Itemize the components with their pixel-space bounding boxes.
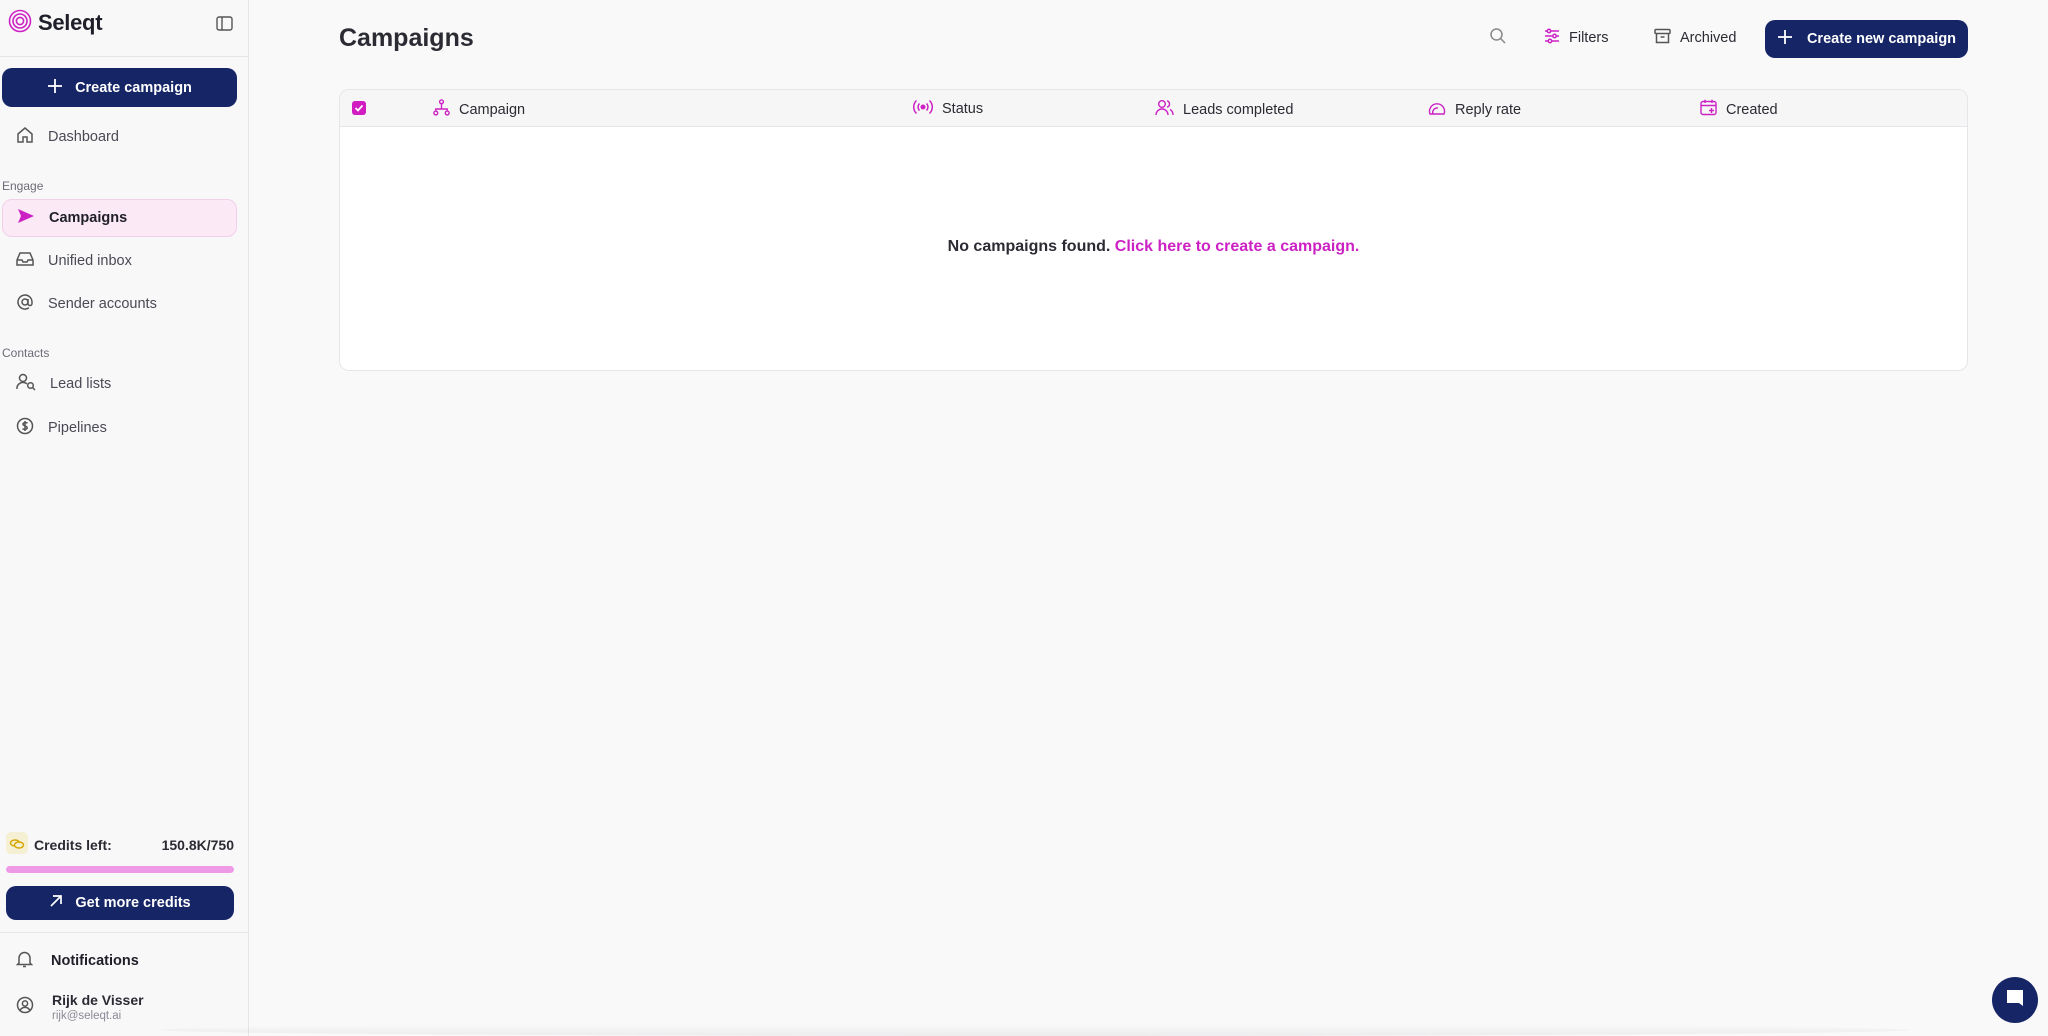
user-profile[interactable]: Rijk de Visser rijk@seleqt.ai xyxy=(16,992,144,1022)
sidebar-item-unified-inbox[interactable]: Unified inbox xyxy=(2,242,237,280)
sidebar: Seleqt Create campaign Dashboard Engage … xyxy=(0,0,249,1036)
create-new-campaign-label: Create new campaign xyxy=(1806,31,1957,47)
column-header-label: Created xyxy=(1726,101,1778,118)
sidebar-item-dashboard[interactable]: Dashboard xyxy=(2,118,237,156)
credits-row: Credits left: 150.8K/750 xyxy=(6,831,234,859)
archive-icon xyxy=(1654,28,1671,48)
section-contacts: Contacts xyxy=(2,346,50,360)
credits-value: 150.8K/750 xyxy=(161,837,234,853)
column-header-label: Leads completed xyxy=(1183,101,1294,118)
user-circle-icon xyxy=(16,996,34,1019)
sidebar-item-sender-accounts[interactable]: Sender accounts xyxy=(2,285,237,323)
workflow-icon xyxy=(433,99,450,120)
bell-icon xyxy=(15,950,34,972)
calendar-plus-icon xyxy=(1700,99,1717,120)
credits-progress-fill xyxy=(6,866,234,873)
chat-support-button[interactable] xyxy=(1992,977,2038,1023)
archived-button[interactable]: Archived xyxy=(1654,26,1736,50)
create-campaign-button[interactable]: Create campaign xyxy=(2,68,237,107)
column-header-reply-rate[interactable]: Reply rate xyxy=(1428,99,1521,120)
filters-label: Filters xyxy=(1569,30,1609,46)
user-email: rijk@seleqt.ai xyxy=(52,1010,122,1022)
coins-icon xyxy=(6,831,28,859)
column-header-campaign[interactable]: Campaign xyxy=(433,99,525,120)
plus-icon xyxy=(1777,29,1793,49)
user-search-icon xyxy=(16,373,36,395)
column-header-label: Reply rate xyxy=(1455,101,1522,118)
notifications-label: Notifications xyxy=(51,953,139,969)
get-more-credits-label: Get more credits xyxy=(75,895,191,911)
sidebar-divider xyxy=(0,56,249,57)
sidebar-item-lead-lists[interactable]: Lead lists xyxy=(2,365,237,403)
empty-state-text: No campaigns found. xyxy=(947,238,1111,255)
get-more-credits-button[interactable]: Get more credits xyxy=(6,886,234,920)
sidebar-item-label: Pipelines xyxy=(48,420,107,436)
column-header-leads-completed[interactable]: Leads completed xyxy=(1155,99,1293,120)
column-header-label: Campaign xyxy=(459,101,526,118)
plus-icon xyxy=(47,78,63,98)
campaigns-table: Campaign Status Leads completed Reply ra… xyxy=(339,89,1968,371)
send-icon xyxy=(17,208,35,228)
sliders-icon xyxy=(1544,28,1560,48)
filters-button[interactable]: Filters xyxy=(1544,26,1608,50)
select-all-checkbox[interactable] xyxy=(352,101,366,115)
sidebar-item-label: Campaigns xyxy=(49,210,128,226)
credits-label: Credits left: xyxy=(34,837,112,853)
brand-logo[interactable]: Seleqt xyxy=(8,9,103,38)
broadcast-icon xyxy=(912,99,934,119)
sidebar-item-label: Dashboard xyxy=(48,129,119,145)
user-name: Rijk de Visser xyxy=(52,992,144,1008)
sidebar-item-label: Unified inbox xyxy=(48,253,132,269)
column-header-status[interactable]: Status xyxy=(912,99,984,119)
empty-state: No campaigns found. Click here to create… xyxy=(340,238,1967,256)
section-engage: Engage xyxy=(2,179,44,193)
credits-progress-bar xyxy=(6,866,234,873)
collapse-sidebar-icon[interactable] xyxy=(214,13,234,33)
bottom-shadow xyxy=(160,1024,1910,1036)
create-campaign-label: Create campaign xyxy=(75,79,192,96)
sidebar-item-campaigns[interactable]: Campaigns xyxy=(2,199,237,237)
home-icon xyxy=(16,126,34,148)
users-icon xyxy=(1155,99,1174,120)
page-title: Campaigns xyxy=(339,24,474,52)
notifications-item[interactable]: Notifications xyxy=(15,950,139,972)
gauge-icon xyxy=(1428,99,1446,120)
create-new-campaign-button[interactable]: Create new campaign xyxy=(1765,20,1968,58)
arrow-up-right-icon xyxy=(49,894,63,912)
table-header: Campaign Status Leads completed Reply ra… xyxy=(340,90,1967,127)
seleqt-logo-icon xyxy=(8,9,32,38)
archived-label: Archived xyxy=(1680,30,1737,46)
brand-name: Seleqt xyxy=(38,10,103,35)
sidebar-item-label: Lead lists xyxy=(50,376,112,392)
column-header-created[interactable]: Created xyxy=(1700,99,1778,120)
inbox-icon xyxy=(16,251,34,271)
search-icon[interactable] xyxy=(1489,27,1507,50)
sidebar-item-label: Sender accounts xyxy=(48,296,157,312)
chat-icon xyxy=(2004,987,2026,1014)
dollar-circle-icon xyxy=(16,417,34,439)
sidebar-divider xyxy=(0,932,249,933)
at-sign-icon xyxy=(16,293,34,315)
column-header-label: Status xyxy=(942,101,984,117)
create-campaign-link[interactable]: Click here to create a campaign. xyxy=(1115,238,1360,255)
sidebar-item-pipelines[interactable]: Pipelines xyxy=(2,409,237,447)
